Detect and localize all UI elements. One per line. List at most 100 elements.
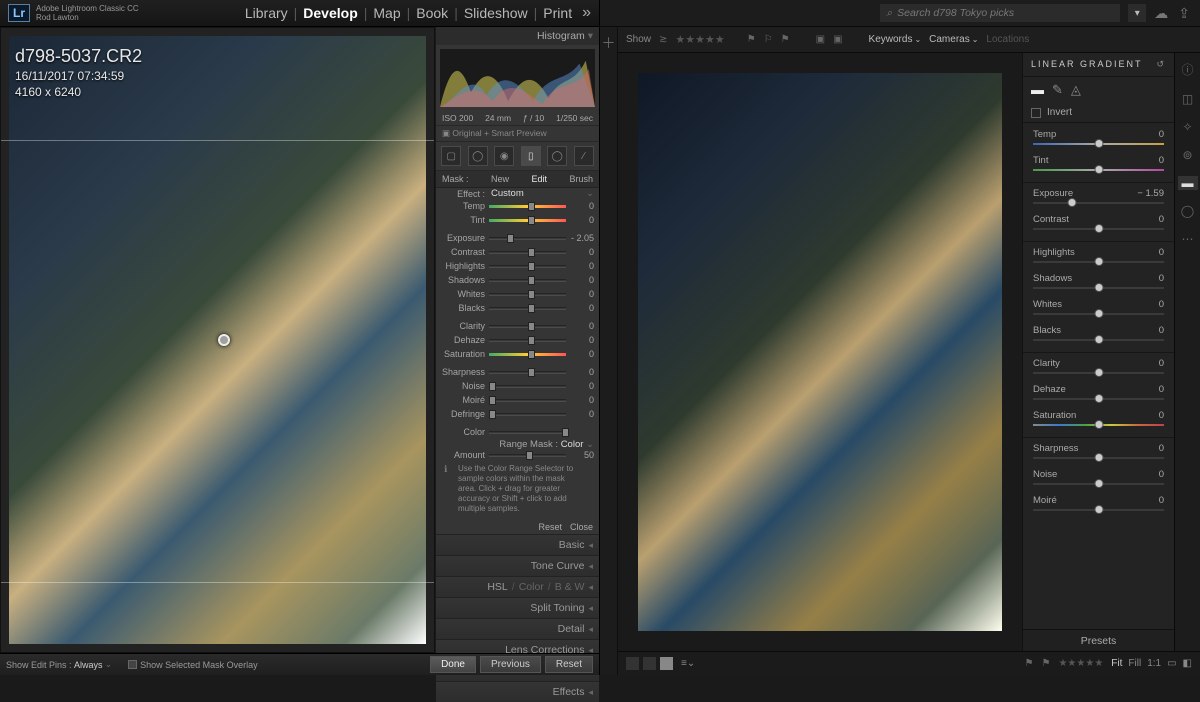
brush-icon[interactable]: ⊚ [1182,148,1192,162]
slider-sharpness[interactable]: Sharpness0 [1023,441,1174,467]
amount-row[interactable]: Amount50 [436,450,599,460]
slider-highlights[interactable]: Highlights0 [1023,245,1174,271]
slider-dehaze[interactable]: Dehaze0 [1023,382,1174,408]
slider-highlights[interactable]: Highlights0 [436,259,599,273]
locations-dropdown[interactable]: Locations [986,34,1029,45]
slider-sharpness[interactable]: Sharpness0 [436,365,599,379]
lrc-canvas[interactable]: d798-5037.CR2 16/11/2017 07:34:59 4160 x… [0,27,435,653]
redeye-tool-icon[interactable]: ◉ [494,146,514,166]
slider-temp[interactable]: Temp0 [436,199,599,213]
section-split-toning[interactable]: Split Toning◂ [436,597,599,618]
compare-icon[interactable]: ▣ [816,34,825,45]
mask-edit[interactable]: Edit [531,174,547,184]
slider-whites[interactable]: Whites0 [1023,297,1174,323]
cameras-dropdown[interactable]: Cameras⌄ [929,34,978,45]
module-develop[interactable]: Develop [297,5,363,21]
graduated-filter-icon[interactable]: ▯ [521,146,541,166]
section-effects[interactable]: Effects◂ [436,681,599,702]
slider-moiré[interactable]: Moiré0 [1023,493,1174,519]
slider-clarity[interactable]: Clarity0 [1023,356,1174,382]
sync-title-icon[interactable]: ⓘ [1181,61,1193,78]
zoom-1to1[interactable]: 1:1 [1147,658,1161,669]
section-basic[interactable]: Basic◂ [436,534,599,555]
brush-tool-icon[interactable]: ∕ [574,146,594,166]
brush-icon[interactable]: ✎ [1052,82,1063,98]
slider-contrast[interactable]: Contrast0 [436,245,599,259]
histogram-header[interactable]: Histogram ▾ [436,27,599,45]
keywords-dropdown[interactable]: Keywords⌄ [869,34,922,45]
section-tone-curve[interactable]: Tone Curve◂ [436,555,599,576]
slider-shadows[interactable]: Shadows0 [1023,271,1174,297]
filmstrip-icon[interactable]: ▭ [1167,658,1176,669]
flag-icon[interactable]: ⚑ [1025,658,1034,669]
slider-tint[interactable]: Tint0 [436,213,599,227]
section-detail[interactable]: Detail◂ [436,618,599,639]
crop-icon[interactable]: ◫ [1182,92,1193,106]
slider-blacks[interactable]: Blacks0 [436,301,599,315]
grid-small-icon[interactable] [626,657,639,670]
range-mask-row[interactable]: Range Mask : Color ⌄ [436,439,599,450]
sort-icon[interactable]: ≡⌄ [681,658,695,669]
previous-button[interactable]: Previous [480,656,541,673]
rating-filter[interactable]: ★★★★★ [675,33,724,46]
radial-filter-icon[interactable]: ◯ [547,146,567,166]
slider-color[interactable]: Color [436,425,599,439]
module-map[interactable]: Map [367,5,406,21]
module-print[interactable]: Print [537,5,578,21]
pins-mode-dropdown[interactable]: Always [74,660,103,670]
slider-blacks[interactable]: Blacks0 [1023,323,1174,349]
flag-pick-icon[interactable]: ⚑ [747,34,756,45]
reject-icon[interactable]: ⚑ [1042,658,1051,669]
slider-exposure[interactable]: Exposure− 1.59 [1023,186,1174,212]
linear-gradient-tool-icon[interactable]: ▬ [1178,176,1198,190]
slider-temp[interactable]: Temp0 [1023,127,1174,153]
flag-unflagged-icon[interactable]: ⚐ [764,34,773,45]
grid-large-icon[interactable] [643,657,656,670]
overlay-checkbox[interactable] [128,660,137,669]
rating-stars[interactable]: ★★★★★ [1058,658,1103,669]
more-icon[interactable]: ⋯ [1182,232,1194,246]
mask-close[interactable]: Close [570,522,593,532]
single-view-icon[interactable] [660,657,673,670]
slider-noise[interactable]: Noise0 [436,379,599,393]
slider-whites[interactable]: Whites0 [436,287,599,301]
linear-gradient-icon[interactable]: ▬ [1031,82,1044,98]
module-book[interactable]: Book [410,5,454,21]
section-hsl[interactable]: HSL/Color/B & W◂ [436,576,599,597]
effect-row[interactable]: Effect : Custom ⌄ [436,188,599,199]
slider-moiré[interactable]: Moiré0 [436,393,599,407]
slider-saturation[interactable]: Saturation0 [1023,408,1174,434]
invert-row[interactable]: Invert [1023,103,1174,123]
compare2-icon[interactable]: ▣ [833,34,842,45]
slider-clarity[interactable]: Clarity0 [436,319,599,333]
adjustment-pin[interactable] [218,334,230,346]
zoom-fill[interactable]: Fill [1128,658,1141,669]
heal-icon[interactable]: ✧ [1182,120,1192,134]
lrcc-canvas[interactable] [618,53,1022,651]
zoom-fit[interactable]: Fit [1111,658,1122,669]
crop-tool-icon[interactable]: ▢ [441,146,461,166]
flag-reject-icon[interactable]: ⚑ [781,34,790,45]
slider-noise[interactable]: Noise0 [1023,467,1174,493]
module-library[interactable]: Library [239,5,294,21]
reset-button[interactable]: Reset [545,656,593,673]
presets-button[interactable]: Presets [1023,629,1174,651]
mask-brush[interactable]: Brush [569,174,593,184]
slider-shadows[interactable]: Shadows0 [436,273,599,287]
radial-gradient-tool-icon[interactable]: ◯ [1181,204,1194,218]
slider-saturation[interactable]: Saturation0 [436,347,599,361]
share-icon[interactable]: ⇪ [1178,5,1190,22]
panel-toggle-icon[interactable]: ◧ [1183,658,1192,669]
slider-dehaze[interactable]: Dehaze0 [436,333,599,347]
spot-tool-icon[interactable]: ◯ [468,146,488,166]
slider-tint[interactable]: Tint0 [1023,153,1174,179]
invert-checkbox[interactable] [1031,108,1041,118]
cloud-sync-icon[interactable]: ☁ [1154,5,1168,22]
panel-reset-icon[interactable]: ↺ [1156,59,1166,70]
search-field[interactable]: ⌕ Search d798 Tokyo picks [880,4,1120,22]
filter-icon[interactable]: ▾ [1128,4,1146,22]
done-button[interactable]: Done [430,656,476,673]
add-photos-icon[interactable]: ＋ [602,33,616,675]
slider-contrast[interactable]: Contrast0 [1023,212,1174,238]
mask-reset[interactable]: Reset [538,522,562,532]
